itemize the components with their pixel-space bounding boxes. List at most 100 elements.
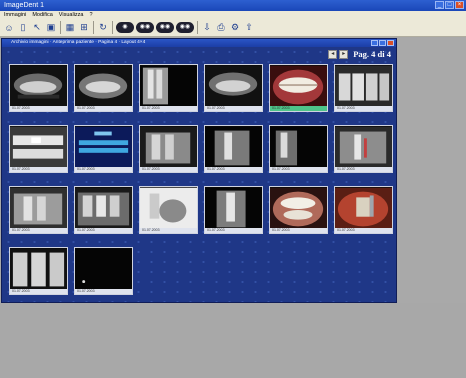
viewer-window-controls	[371, 40, 394, 46]
print-icon[interactable]: ⎙	[215, 21, 227, 34]
thumbnail-caption: 01.07.2003	[205, 106, 262, 111]
bitewing-xray-image	[10, 126, 67, 169]
menu-view[interactable]: Visualizza	[59, 11, 84, 19]
viewer-maximize-button[interactable]	[379, 40, 386, 46]
thumbnail-caption: 01.07.2003	[335, 106, 392, 111]
app-titlebar: ImageDent 1 _ □ ×	[0, 0, 466, 11]
thumbnail[interactable]: 01.07.2003	[334, 186, 393, 234]
xray-series-image	[10, 248, 67, 291]
thumbnail-selected[interactable]: 01.07.2003	[269, 64, 328, 112]
page-indicator: Pag. 4 di 4	[353, 49, 391, 59]
thumbnail[interactable]: 01.07.2003	[139, 64, 198, 112]
thumbnail[interactable]: 01.07.2003	[9, 64, 68, 112]
layout-1-icon[interactable]: ◉	[116, 22, 134, 33]
thumbnail-caption: 01.07.2003	[10, 106, 67, 111]
toolbar-separator	[60, 21, 61, 34]
toolbar-separator	[197, 21, 198, 34]
thumbnail[interactable]: 01.07.2003	[9, 125, 68, 173]
thumbnail[interactable]: 01.07.2003	[74, 186, 133, 234]
thumbnail-caption: 01.07.2003	[75, 167, 132, 172]
thumbnail-caption: 01.07.2003	[75, 228, 132, 233]
settings-icon[interactable]: ⚙	[229, 21, 241, 34]
image-icon[interactable]: ▣	[45, 21, 57, 34]
thumbnail-caption: 01.07.2003	[75, 289, 132, 294]
periapical-xray-image	[140, 126, 197, 169]
thumbnail[interactable]: 01.07.2003	[204, 125, 263, 173]
periapical-xray-image	[205, 126, 262, 169]
import-icon[interactable]: ⇩	[201, 21, 213, 34]
viewer-close-button[interactable]	[387, 40, 394, 46]
periapical-xray-image	[140, 65, 197, 108]
patient-icon[interactable]: ☺	[3, 21, 15, 34]
layout-4-icon[interactable]: ◉◉	[176, 22, 194, 33]
thumbnail-caption: 01.07.2003	[205, 228, 262, 233]
image-viewer-window: Archivio immagini · Anteprima paziente ·…	[1, 38, 397, 303]
thumbnail[interactable]: 01.07.2003	[334, 125, 393, 173]
intraoral-photo-image	[270, 65, 327, 108]
bitewing-xray-image	[335, 65, 392, 108]
thumbnail-caption: 01.07.2003	[270, 228, 327, 233]
app-title: ImageDent 1	[4, 2, 45, 9]
thumbnail[interactable]: 01.07.2003	[269, 186, 328, 234]
thumbnail-caption: 01.07.2003	[140, 167, 197, 172]
thumbnail-caption: 01.07.2003	[335, 228, 392, 233]
thumbnail-caption: 01.07.2003	[205, 167, 262, 172]
empty-image-slot	[75, 248, 132, 291]
panoramic-xray-image	[205, 65, 262, 108]
app-window-controls: _ □ ×	[435, 1, 464, 9]
thumbnail-grid: ◂ ▸ Pag. 4 di 4 01.07.2003 01.07.2003 01…	[2, 47, 396, 302]
periapical-xray-image	[10, 187, 67, 230]
thumbnail[interactable]: 01.07.2003	[74, 125, 133, 173]
thumbnail-caption: 01.07.2003	[75, 106, 132, 111]
export-icon[interactable]: ⇧	[243, 21, 255, 34]
thumbnail[interactable]: 01.07.2003	[334, 64, 393, 112]
thumbnail[interactable]: 01.07.2003	[74, 247, 133, 295]
odontogram-chart-image	[75, 126, 132, 169]
pager: ◂ ▸ Pag. 4 di 4	[328, 49, 391, 59]
layout-3-icon[interactable]: ◉◉	[156, 22, 174, 33]
periapical-xray-image	[140, 187, 197, 230]
periapical-xray-image	[270, 126, 327, 169]
empty-workspace-panel	[398, 38, 466, 303]
thumbnail-caption: 01.07.2003	[270, 167, 327, 172]
periapical-xray-image	[205, 187, 262, 230]
main-toolbar: ☺ ▯ ↖ ▣ ▦ ⊞ ↻ ◉ ◉◉ ◉◉ ◉◉ ⇩ ⎙ ⚙ ⇧	[0, 19, 466, 37]
intraoral-photo-image	[270, 187, 327, 230]
thumbnail[interactable]: 01.07.2003	[139, 186, 198, 234]
pointer-icon[interactable]: ↖	[31, 21, 43, 34]
next-page-button[interactable]: ▸	[339, 49, 349, 59]
thumbnail[interactable]: 01.07.2003	[74, 64, 133, 112]
maximize-button[interactable]: □	[445, 1, 454, 9]
thumbnail[interactable]: 01.07.2003	[269, 125, 328, 173]
menu-images[interactable]: Immagini	[4, 11, 26, 19]
panoramic-xray-image	[75, 65, 132, 108]
thumbnail[interactable]: 01.07.2003	[9, 186, 68, 234]
thumbnail-caption: 01.07.2003	[10, 167, 67, 172]
menu-edit[interactable]: Modifica	[32, 11, 52, 19]
panoramic-xray-image	[10, 65, 67, 108]
periapical-xray-image	[335, 126, 392, 169]
thumbnail-caption: 01.07.2003	[10, 289, 67, 294]
toolbar-separator	[112, 21, 113, 34]
surgical-photo-image	[335, 187, 392, 230]
grid-icon[interactable]: ▦	[64, 21, 76, 34]
thumbnail-caption: 01.07.2003	[10, 228, 67, 233]
thumbnail[interactable]: 01.07.2003	[204, 64, 263, 112]
minimize-button[interactable]: _	[435, 1, 444, 9]
thumbnail[interactable]: 01.07.2003	[9, 247, 68, 295]
thumbnail-caption: 01.07.2003	[140, 228, 197, 233]
menubar: Immagini Modifica Visualizza ?	[0, 11, 466, 19]
previous-page-button[interactable]: ◂	[328, 49, 338, 59]
new-document-icon[interactable]: ▯	[17, 21, 29, 34]
scan-icon[interactable]: ⊞	[78, 21, 90, 34]
menu-help[interactable]: ?	[89, 11, 92, 19]
close-button[interactable]: ×	[455, 1, 464, 9]
layout-2-icon[interactable]: ◉◉	[136, 22, 154, 33]
thumbnail-caption: 01.07.2003	[270, 106, 327, 111]
thumbnail[interactable]: 01.07.2003	[139, 125, 198, 173]
viewer-titlebar: Archivio immagini · Anteprima paziente ·…	[2, 39, 396, 47]
thumbnail-caption: 01.07.2003	[140, 106, 197, 111]
refresh-icon[interactable]: ↻	[97, 21, 109, 34]
viewer-minimize-button[interactable]	[371, 40, 378, 46]
thumbnail[interactable]: 01.07.2003	[204, 186, 263, 234]
